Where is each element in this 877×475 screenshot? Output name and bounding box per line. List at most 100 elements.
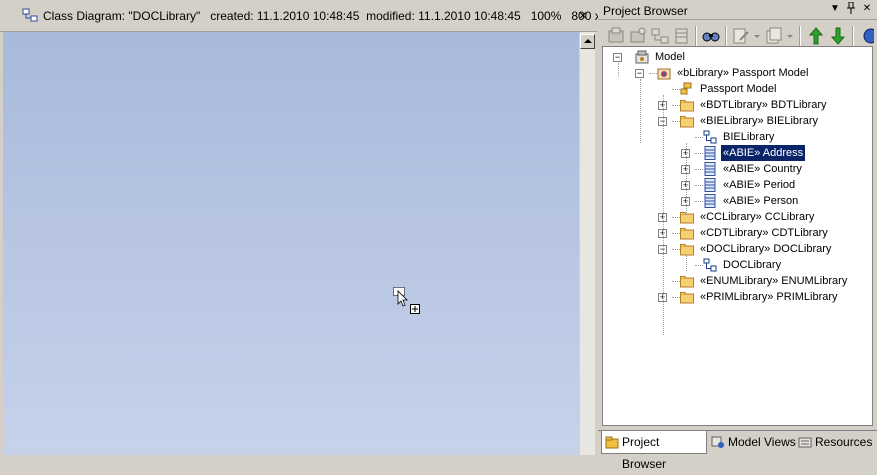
- tree-connector: [695, 153, 703, 154]
- browser-tabs: Project Browser Model Views Resources: [598, 430, 877, 471]
- tree-node-label[interactable]: «ABIE» Period: [721, 177, 797, 193]
- folder-icon: [680, 290, 694, 304]
- move-down-arrow-icon[interactable]: [828, 26, 848, 46]
- tree-node[interactable]: + «ABIE» Period: [603, 177, 872, 193]
- model-views-icon: [711, 436, 724, 448]
- tree-node-label[interactable]: «ABIE» Country: [721, 161, 804, 177]
- tree-node[interactable]: − Model: [603, 49, 872, 65]
- new-element-icon[interactable]: [672, 26, 692, 46]
- tree-guide-line: [663, 95, 664, 335]
- resources-icon: [798, 437, 812, 448]
- documents-icon[interactable]: [764, 26, 784, 46]
- folder-icon: [680, 242, 694, 256]
- close-icon[interactable]: ×: [574, 6, 592, 24]
- tree-node[interactable]: + «PRIMLibrary» PRIMLibrary: [603, 289, 872, 305]
- tree-node[interactable]: DOCLibrary: [603, 257, 872, 273]
- tab-label: Model Views: [728, 435, 796, 449]
- tree-node-label[interactable]: «ABIE» Address: [719, 144, 807, 162]
- tree-node-label[interactable]: «DOCLibrary» DOCLibrary: [698, 241, 833, 257]
- folder-icon: [680, 114, 694, 128]
- diagram-title: Class Diagram: "DOCLibrary" created: 11.…: [43, 9, 630, 23]
- diagram-canvas[interactable]: [3, 32, 579, 455]
- globe-icon[interactable]: [860, 26, 874, 46]
- tree-connector: [695, 169, 703, 170]
- project-browser-icon: [605, 436, 619, 449]
- tree-node-label[interactable]: «CCLibrary» CCLibrary: [698, 209, 816, 225]
- tree-node[interactable]: «ENUMLibrary» ENUMLibrary: [603, 273, 872, 289]
- tree-connector: [695, 137, 703, 138]
- bpackage-icon: [657, 66, 671, 80]
- tree-guide-line: [686, 255, 687, 271]
- tab-model-views[interactable]: Model Views: [708, 431, 800, 453]
- chevron-down-icon[interactable]: [752, 26, 762, 46]
- tab-label: Project Browser: [622, 435, 667, 471]
- abie-icon: [703, 146, 717, 160]
- diagram-pane: Class Diagram: "DOCLibrary" created: 11.…: [0, 0, 630, 455]
- tree-node[interactable]: − «bLibrary» Passport Model: [603, 65, 872, 81]
- tree-node-label[interactable]: «ABIE» Person: [721, 193, 800, 209]
- new-diagram-icon[interactable]: [650, 26, 670, 46]
- tab-resources[interactable]: Resources: [795, 431, 877, 453]
- vertical-scrollbar[interactable]: [579, 32, 595, 455]
- tree-node-label[interactable]: Passport Model: [698, 81, 778, 97]
- tree-node-label[interactable]: «bLibrary» Passport Model: [675, 65, 810, 81]
- tree-node[interactable]: + «CCLibrary» CCLibrary: [603, 209, 872, 225]
- tree-connector: [672, 121, 680, 122]
- new-model-icon[interactable]: [606, 26, 626, 46]
- passport-icon: [680, 82, 694, 96]
- tree-node[interactable]: + «ABIE» Country: [603, 161, 872, 177]
- pin-icon[interactable]: [844, 1, 858, 16]
- toolbar-separator: [695, 26, 697, 46]
- abie-icon: [703, 194, 717, 208]
- tree-connector: [695, 201, 703, 202]
- project-tree[interactable]: − Model − «bLibrary» Passport Model Passport…: [602, 46, 873, 426]
- edit-properties-icon[interactable]: [731, 26, 751, 46]
- tree-guide-line: [686, 143, 687, 215]
- folder-icon: [680, 226, 694, 240]
- tree-node[interactable]: + «CDTLibrary» CDTLibrary: [603, 225, 872, 241]
- move-up-arrow-icon[interactable]: [806, 26, 826, 46]
- panel-title: Project Browser: [603, 4, 688, 18]
- tree-connector: [695, 265, 703, 266]
- tree-connector: [672, 89, 680, 90]
- tree-guide-line: [618, 63, 619, 77]
- abie-icon: [703, 178, 717, 192]
- scroll-up-button[interactable]: [580, 34, 595, 49]
- toolbar-separator: [852, 26, 854, 46]
- tree-node-label[interactable]: «PRIMLibrary» PRIMLibrary: [698, 289, 840, 305]
- tree-node[interactable]: Passport Model: [603, 81, 872, 97]
- tree-node[interactable]: − «DOCLibrary» DOCLibrary: [603, 241, 872, 257]
- tree-node[interactable]: + «BDTLibrary» BDTLibrary: [603, 97, 872, 113]
- tree-node-label[interactable]: Model: [653, 49, 687, 65]
- tree-node-label[interactable]: «CDTLibrary» CDTLibrary: [698, 225, 830, 241]
- tree-node[interactable]: − «BIELibrary» BIELibrary: [603, 113, 872, 129]
- folder-icon: [680, 210, 694, 224]
- find-in-browser-icon[interactable]: [701, 26, 721, 46]
- tree-node-label[interactable]: «BDTLibrary» BDTLibrary: [698, 97, 829, 113]
- toolbar-separator: [799, 26, 801, 46]
- tree-connector: [672, 297, 680, 298]
- classdiag-icon: [703, 258, 717, 272]
- new-package-icon[interactable]: [628, 26, 648, 46]
- diagram-tab-header: Class Diagram: "DOCLibrary" created: 11.…: [0, 0, 630, 32]
- panel-menu-dropdown-icon[interactable]: ▼: [828, 2, 842, 16]
- tree-node[interactable]: + «ABIE» Person: [603, 193, 872, 209]
- collapse-icon[interactable]: −: [613, 53, 622, 62]
- tab-project-browser[interactable]: Project Browser: [601, 431, 707, 471]
- tree-node[interactable]: + «ABIE» Address: [603, 144, 872, 162]
- tab-label: Resources: [815, 435, 873, 449]
- chevron-down-icon[interactable]: [785, 26, 795, 46]
- folder-icon: [680, 274, 694, 288]
- tree-connector: [672, 249, 680, 250]
- tree-connector: [695, 185, 703, 186]
- close-panel-icon[interactable]: ✕: [860, 2, 874, 16]
- tree-node-label[interactable]: «BIELibrary» BIELibrary: [698, 113, 820, 129]
- toolbar-separator: [725, 26, 727, 46]
- tree-node-label[interactable]: BIELibrary: [721, 129, 776, 145]
- tree-connector: [672, 105, 680, 106]
- classdiag-icon: [703, 130, 717, 144]
- collapse-icon[interactable]: −: [635, 69, 644, 78]
- tree-node-label[interactable]: DOCLibrary: [721, 257, 783, 273]
- tree-node-label[interactable]: «ENUMLibrary» ENUMLibrary: [698, 273, 849, 289]
- tree-node[interactable]: BIELibrary: [603, 129, 872, 145]
